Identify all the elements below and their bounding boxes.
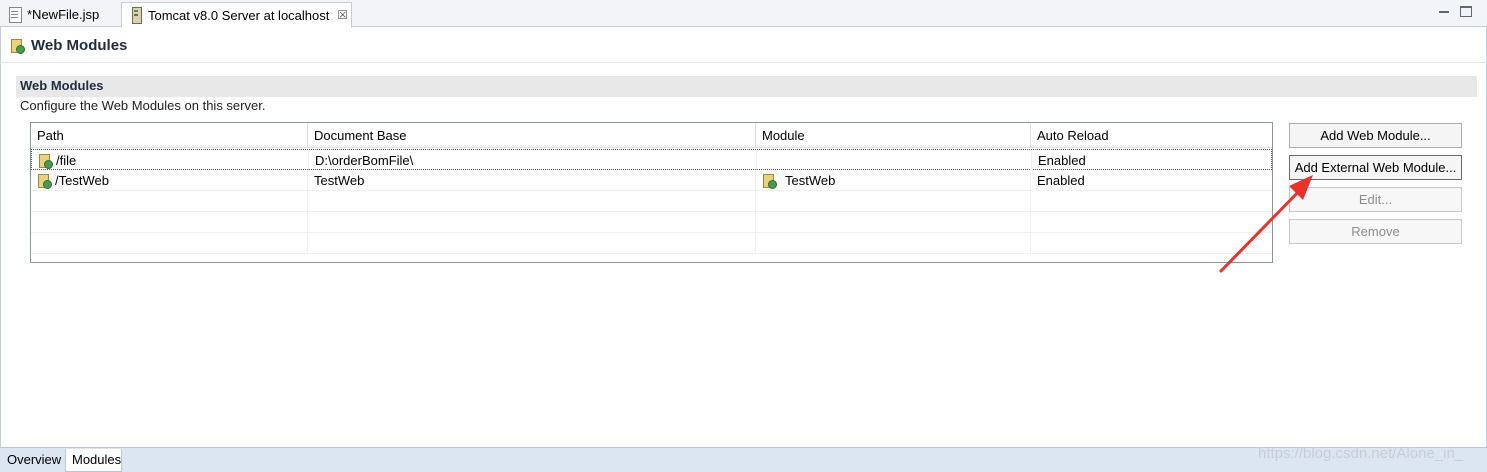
page-title: Web Modules <box>31 37 128 54</box>
cell-auto-reload: Enabled <box>1038 153 1086 168</box>
server-icon <box>129 7 143 24</box>
empty-cell <box>756 191 1031 212</box>
tab-label: Tomcat v8.0 Server at localhost <box>148 7 330 23</box>
page-header: Web Modules <box>0 28 1487 63</box>
cell-document-base: D:\orderBomFile\ <box>309 150 757 171</box>
tab-tomcat-server[interactable]: Tomcat v8.0 Server at localhost ☒ <box>121 2 352 28</box>
column-header-auto-reload[interactable]: Auto Reload <box>1031 123 1272 148</box>
web-module-icon <box>38 153 53 169</box>
add-web-module-button[interactable]: Add Web Module... <box>1289 123 1462 148</box>
column-header-document-base[interactable]: Document Base <box>308 123 756 148</box>
empty-cell <box>31 191 308 212</box>
cell-document-base: TestWeb <box>308 170 756 191</box>
empty-cell <box>308 233 756 254</box>
empty-cell <box>756 233 1031 254</box>
empty-cell <box>31 233 308 254</box>
tab-overview[interactable]: Overview <box>1 449 66 472</box>
empty-row <box>31 233 1272 254</box>
maximize-icon[interactable] <box>1460 6 1472 17</box>
module-text: TestWeb <box>785 173 836 188</box>
section-header[interactable]: Web Modules <box>16 76 1477 97</box>
cell-module <box>757 150 1032 171</box>
section-description: Configure the Web Modules on this server… <box>20 98 266 113</box>
column-header-module[interactable]: Module <box>756 123 1031 148</box>
empty-row <box>31 191 1272 212</box>
annotation-arrow-icon <box>1219 175 1313 273</box>
minimize-icon[interactable] <box>1437 6 1451 18</box>
web-module-icon <box>10 38 25 54</box>
watermark: https://blog.csdn.net/Alone_in_ <box>1258 445 1464 462</box>
table-header: Path Document Base Module Auto Reload <box>31 123 1272 148</box>
empty-row <box>31 212 1272 233</box>
path-text: /TestWeb <box>55 173 109 188</box>
cell-path: /TestWeb <box>31 170 308 191</box>
jsp-file-icon <box>8 6 22 23</box>
cell-module: TestWeb <box>756 170 1031 191</box>
tab-modules[interactable]: Modules <box>65 449 122 472</box>
tab-newfile-jsp[interactable]: *NewFile.jsp <box>1 2 119 27</box>
empty-cell <box>31 212 308 233</box>
web-module-icon <box>762 173 777 189</box>
empty-cell <box>308 212 756 233</box>
table-row[interactable]: /TestWeb TestWeb TestWeb Enabled <box>31 170 1272 191</box>
tab-label: *NewFile.jsp <box>27 7 100 22</box>
empty-cell <box>308 191 756 212</box>
web-module-icon <box>37 173 52 189</box>
close-tab-icon[interactable]: ☒ <box>337 8 348 22</box>
empty-cell <box>756 212 1031 233</box>
path-text: /file <box>56 153 77 168</box>
column-header-path[interactable]: Path <box>31 123 308 148</box>
table-row[interactable]: /file D:\orderBomFile\ Enabled <box>31 149 1272 171</box>
cell-path: /file <box>32 150 309 171</box>
editor-tab-strip: *NewFile.jsp Tomcat v8.0 Server at local… <box>0 0 1487 28</box>
section-title: Web Modules <box>20 78 104 93</box>
web-modules-table[interactable]: Path Document Base Module Auto Reload /f… <box>30 122 1273 263</box>
